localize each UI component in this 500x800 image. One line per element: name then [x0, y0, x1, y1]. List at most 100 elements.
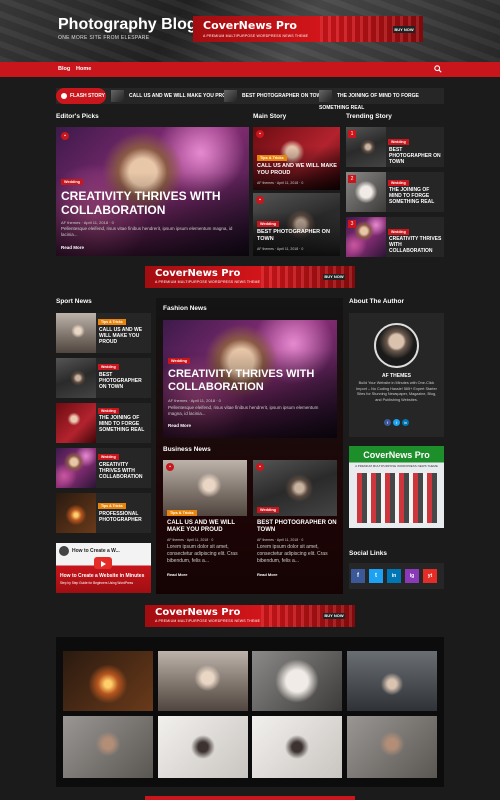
- post-title[interactable]: CREATIVITY THRIVES WITH COLLABORATION: [168, 368, 333, 394]
- sport-item[interactable]: Wedding CREATIVITY THRIVES WITH COLLABOR…: [56, 448, 151, 488]
- linkedin-icon[interactable]: in: [402, 419, 409, 426]
- post-title[interactable]: BEST PHOTOGRAPHER ON TOWN: [257, 229, 339, 242]
- post-title[interactable]: CALL US AND WE WILL MAKE YOU PROUD: [167, 520, 247, 534]
- mid-ad-banner[interactable]: CoverNews Pro A PREMIUM MULTIPURPOSE WOR…: [145, 266, 355, 288]
- post-title[interactable]: CALL US AND WE WILL MAKE YOU PROUD: [257, 163, 339, 176]
- trending-item[interactable]: 1 Wedding BEST PHOTOGRAPHER ON TOWN: [346, 127, 444, 167]
- main-story-card[interactable]: ▪ Tips & Tricks CALL US AND WE WILL MAKE…: [253, 127, 340, 190]
- nav-item-blog[interactable]: Blog: [58, 66, 70, 72]
- nav-item-home[interactable]: Home: [76, 66, 91, 72]
- ad-subtitle: A PREMIUM MULTIPURPOSE WORDPRESS NEWS TH…: [155, 280, 261, 284]
- channel-avatar: [59, 546, 69, 556]
- sport-item[interactable]: Wedding BEST PHOTOGRAPHER ON TOWN: [56, 358, 151, 398]
- flash-item[interactable]: BEST PHOTOGRAPHER ON TOWN: [224, 90, 325, 102]
- post-title[interactable]: BEST PHOTOGRAPHER ON TOWN: [389, 147, 443, 165]
- category-tag[interactable]: Wedding: [98, 454, 119, 460]
- twitter-icon[interactable]: t: [369, 569, 383, 583]
- post-title[interactable]: CREATIVITY THRIVES WITH COLLABORATION: [61, 189, 246, 218]
- category-tag[interactable]: Tips & Tricks: [98, 319, 126, 325]
- category-tag[interactable]: Tips & Tricks: [257, 155, 287, 161]
- ad-title: CoverNews Pro: [155, 268, 241, 279]
- gallery-image[interactable]: [347, 716, 437, 778]
- camera-icon: ▪: [61, 132, 69, 140]
- category-tag[interactable]: Wedding: [98, 408, 119, 414]
- trending-item[interactable]: 2 Wedding THE JOINING OF MIND TO FORGE S…: [346, 172, 444, 212]
- post-title[interactable]: THE JOINING OF MIND TO FORGE SOMETHING R…: [99, 415, 149, 433]
- gallery-image[interactable]: [158, 651, 248, 711]
- section-title-main-story: Main Story: [253, 113, 287, 120]
- ad-buy-button[interactable]: BUY NOW: [393, 26, 415, 33]
- instagram-icon[interactable]: ig: [405, 569, 419, 583]
- linkedin-icon[interactable]: in: [387, 569, 401, 583]
- category-tag[interactable]: Tips & Tricks: [167, 510, 197, 516]
- post-title[interactable]: BEST PHOTOGRAPHER ON TOWN: [257, 520, 337, 534]
- video-top-title: How to Create a W...: [72, 548, 120, 554]
- category-tag[interactable]: Wedding: [388, 139, 409, 145]
- camera-icon: ▪: [256, 196, 264, 204]
- youtube-icon[interactable]: yt: [423, 569, 437, 583]
- trending-rank: 1: [348, 130, 356, 138]
- main-nav: Blog Home: [0, 62, 500, 77]
- category-tag[interactable]: Wedding: [98, 364, 119, 370]
- sport-item[interactable]: Tips & Tricks PROFESSIONAL PHOTOGRAPHER: [56, 493, 151, 533]
- business-card[interactable]: ▪ Wedding BEST PHOTOGRAPHER ON TOWN AF t…: [253, 460, 337, 584]
- post-title[interactable]: CREATIVITY THRIVES WITH COLLABORATION: [389, 236, 443, 254]
- business-card[interactable]: ▪ Tips & Tricks CALL US AND WE WILL MAKE…: [163, 460, 247, 584]
- post-title[interactable]: CREATIVITY THRIVES WITH COLLABORATION: [99, 462, 149, 480]
- flash-item[interactable]: THE JOINING OF MIND TO FORGE SOMETHING R…: [319, 90, 444, 111]
- post-meta: AF themes · April 11, 2018 · 0: [168, 398, 221, 403]
- camera-icon: ▪: [256, 463, 264, 471]
- sport-item[interactable]: Wedding THE JOINING OF MIND TO FORGE SOM…: [56, 403, 151, 443]
- gallery-image[interactable]: [252, 651, 342, 711]
- category-tag[interactable]: Wedding: [61, 179, 83, 185]
- gallery-image[interactable]: [158, 716, 248, 778]
- trending-item[interactable]: 3 Wedding CREATIVITY THRIVES WITH COLLAB…: [346, 217, 444, 257]
- ad-subtitle: A PREMIUM MULTIPURPOSE WORDPRESS NEWS TH…: [355, 464, 438, 468]
- post-excerpt: Pellentesque eleifend, risus vitae finib…: [61, 226, 233, 238]
- category-tag[interactable]: Wedding: [388, 180, 409, 186]
- facebook-icon[interactable]: f: [351, 569, 365, 583]
- header-ad-banner[interactable]: CoverNews Pro A PREMIUM MULTIPURPOSE WOR…: [193, 16, 423, 42]
- post-excerpt: Lorem ipsum dolor sit amet, consectetur …: [167, 544, 238, 564]
- gallery-image[interactable]: [347, 651, 437, 711]
- section-title-business-news: Business News: [163, 446, 211, 453]
- ad-title: CoverNews Pro: [155, 607, 241, 618]
- site-title[interactable]: Photography Blog: [58, 16, 197, 34]
- section-title-trending: Trending Story: [346, 113, 392, 120]
- read-more-link[interactable]: Read More: [61, 245, 84, 250]
- ad-subtitle: A PREMIUM MULTIPURPOSE WORDPRESS NEWS TH…: [155, 619, 261, 623]
- ad-buy-button[interactable]: BUY NOW: [323, 274, 345, 280]
- ad-title: CoverNews Pro: [203, 19, 297, 32]
- main-story-card[interactable]: ▪ Wedding BEST PHOTOGRAPHER ON TOWN AF t…: [253, 193, 340, 256]
- flash-item[interactable]: CALL US AND WE WILL MAKE YOU PROUD: [111, 90, 233, 102]
- category-tag[interactable]: Wedding: [257, 507, 279, 513]
- twitter-icon[interactable]: t: [393, 419, 400, 426]
- category-tag[interactable]: Wedding: [257, 221, 279, 227]
- sport-item[interactable]: Tips & Tricks CALL US AND WE WILL MAKE Y…: [56, 313, 151, 353]
- category-tag[interactable]: Tips & Tricks: [98, 503, 126, 509]
- read-more-link[interactable]: Read More: [257, 572, 277, 577]
- read-more-link[interactable]: Read More: [167, 572, 187, 577]
- gallery-image[interactable]: [63, 716, 153, 778]
- lower-ad-banner[interactable]: CoverNews Pro A PREMIUM MULTIPURPOSE WOR…: [145, 605, 355, 627]
- post-meta: AF themes · April 11, 2018 · 0: [257, 181, 304, 185]
- facebook-icon[interactable]: f: [384, 419, 391, 426]
- video-embed[interactable]: How to Create a W... How to Create a Web…: [56, 543, 151, 593]
- fashion-feature-card[interactable]: Wedding CREATIVITY THRIVES WITH COLLABOR…: [163, 320, 337, 438]
- post-title[interactable]: THE JOINING OF MIND TO FORGE SOMETHING R…: [389, 187, 443, 205]
- editors-pick-card[interactable]: ▪ Wedding CREATIVITY THRIVES WITH COLLAB…: [56, 127, 249, 256]
- post-title[interactable]: BEST PHOTOGRAPHER ON TOWN: [99, 372, 149, 390]
- ad-buy-button[interactable]: BUY NOW: [323, 613, 345, 619]
- category-tag[interactable]: Wedding: [388, 229, 409, 235]
- category-tag[interactable]: Wedding: [168, 358, 190, 364]
- play-icon[interactable]: [94, 557, 112, 569]
- post-title[interactable]: CALL US AND WE WILL MAKE YOU PROUD: [99, 327, 149, 345]
- post-excerpt: Lorem ipsum dolor sit amet, consectetur …: [257, 544, 328, 564]
- gallery-image[interactable]: [252, 716, 342, 778]
- gallery-image[interactable]: [63, 651, 153, 711]
- page: Photography Blog ONE MORE SITE FROM ELES…: [0, 0, 500, 800]
- post-title[interactable]: PROFESSIONAL PHOTOGRAPHER: [99, 511, 149, 523]
- read-more-link[interactable]: Read More: [168, 423, 191, 428]
- sidebar-ad[interactable]: CoverNews Pro A PREMIUM MULTIPURPOSE WOR…: [349, 446, 444, 528]
- search-icon[interactable]: [434, 65, 442, 73]
